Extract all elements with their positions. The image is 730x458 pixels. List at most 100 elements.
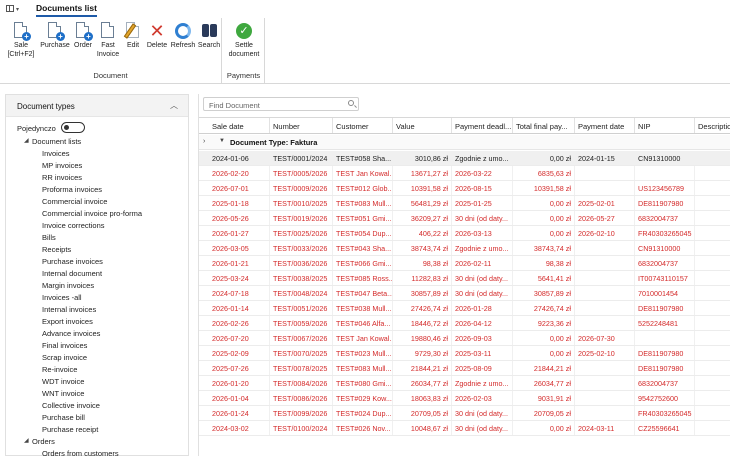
- tree-item[interactable]: Invoices: [42, 149, 70, 158]
- settle-document-button[interactable]: ✓ Settle document: [225, 22, 263, 59]
- tree-item[interactable]: Commercial invoice pro-forma: [42, 209, 142, 218]
- tree-item[interactable]: RR invoices: [42, 173, 82, 182]
- table-row[interactable]: 2026-07-20 TEST/0067/2026 TEST Jan Kowal..…: [199, 331, 730, 346]
- row-selector[interactable]: [199, 196, 209, 210]
- tree-item[interactable]: Export invoices: [42, 317, 93, 326]
- column-header[interactable]: Value: [393, 118, 452, 133]
- tree-item[interactable]: Commercial invoice: [42, 197, 107, 206]
- row-selector[interactable]: [199, 346, 209, 360]
- tree-expanded-icon[interactable]: ◢: [24, 137, 29, 144]
- row-selector[interactable]: [199, 226, 209, 240]
- table-row[interactable]: 2024-03-02 TEST/0100/2024 TEST#026 Nov... 1…: [199, 421, 730, 436]
- grid-header: Sale date Number Customer Value Payment dead…: [199, 118, 730, 134]
- table-row[interactable]: 2026-02-26 TEST/0059/2026 TEST#046 Alfa...…: [199, 316, 730, 331]
- group-row-faktura[interactable]: › ▼ Document Type: Faktura: [199, 135, 730, 150]
- tree-item[interactable]: Purchase bill: [42, 413, 85, 422]
- edit-button[interactable]: Edit: [123, 22, 142, 51]
- table-cell: 2025-08-09: [452, 361, 513, 375]
- tab-documents-list[interactable]: Documents list: [36, 3, 97, 17]
- row-selector[interactable]: [199, 421, 209, 435]
- fast-invoice-button[interactable]: Fast Invoice: [95, 22, 121, 59]
- row-selector[interactable]: [199, 316, 209, 330]
- row-selector[interactable]: [199, 331, 209, 345]
- tree-node-document-lists[interactable]: ◢ Document lists: [24, 137, 81, 146]
- row-selector[interactable]: [199, 211, 209, 225]
- row-selector[interactable]: [199, 181, 209, 195]
- table-row[interactable]: 2026-01-24 TEST/0099/2026 TEST#024 Dup... 2…: [199, 406, 730, 421]
- tree-item[interactable]: Advance invoices: [42, 329, 100, 338]
- table-row[interactable]: 2025-03-24 TEST/0038/2025 TEST#085 Ross...…: [199, 271, 730, 286]
- row-selector[interactable]: [199, 286, 209, 300]
- table-row[interactable]: 2026-02-20 TEST/0005/2026 TEST Jan Kowal..…: [199, 166, 730, 181]
- tree-node-orders[interactable]: ◢ Orders: [24, 437, 55, 446]
- find-document-input[interactable]: Find Document: [203, 97, 359, 111]
- column-header[interactable]: Payment date: [575, 118, 635, 133]
- tree-item[interactable]: Bills: [42, 233, 56, 242]
- table-cell: TEST/0100/2024: [270, 421, 333, 435]
- table-cell: 26034,77 zł: [393, 376, 452, 390]
- tree-item[interactable]: Scrap invoice: [42, 353, 87, 362]
- row-selector[interactable]: [199, 301, 209, 315]
- table-cell: 2026-02-20: [209, 166, 270, 180]
- collapse-chevron-up-icon[interactable]: ︿: [170, 100, 178, 111]
- tree-expanded-icon[interactable]: ◢: [24, 437, 29, 444]
- row-selector[interactable]: [199, 391, 209, 405]
- table-row[interactable]: 2024-07-18 TEST/0048/2024 TEST#047 Beta...…: [199, 286, 730, 301]
- column-header[interactable]: Sale date: [209, 118, 270, 133]
- single-mode-toggle[interactable]: [61, 122, 85, 133]
- tree-item[interactable]: Internal document: [42, 269, 102, 278]
- table-cell: DE811907980: [635, 346, 695, 360]
- table-cell: 2025-02-01: [575, 196, 635, 210]
- purchase-button[interactable]: + Purchase: [39, 22, 71, 51]
- table-row[interactable]: 2026-01-14 TEST/0051/2026 TEST#038 Mull...…: [199, 301, 730, 316]
- row-selector[interactable]: [199, 241, 209, 255]
- table-row[interactable]: 2026-05-26 TEST/0019/2026 TEST#051 Gmi... 3…: [199, 211, 730, 226]
- table-row[interactable]: 2026-01-27 TEST/0025/2026 TEST#054 Dup... 4…: [199, 226, 730, 241]
- table-row[interactable]: 2025-02-09 TEST/0070/2025 TEST#023 Mull...…: [199, 346, 730, 361]
- tree-item[interactable]: Re-invoice: [42, 365, 77, 374]
- tree-item[interactable]: Proforma invoices: [42, 185, 102, 194]
- column-header[interactable]: Payment deadl...: [452, 118, 513, 133]
- column-header[interactable]: NIP: [635, 118, 695, 133]
- sale-button[interactable]: + Sale [Ctrl+F2]: [6, 22, 36, 59]
- tree-item[interactable]: Internal invoices: [42, 305, 96, 314]
- column-header[interactable]: Descriptio: [695, 118, 730, 133]
- table-row[interactable]: 2026-07-01 TEST/0009/2026 TEST#012 Glob...…: [199, 181, 730, 196]
- tree-item[interactable]: Purchase receipt: [42, 425, 98, 434]
- tree-item[interactable]: Invoice corrections: [42, 221, 105, 230]
- tree-item[interactable]: MP invoices: [42, 161, 82, 170]
- tree-item[interactable]: Collective invoice: [42, 401, 100, 410]
- table-row[interactable]: 2026-03-05 TEST/0033/2026 TEST#043 Sha... 3…: [199, 241, 730, 256]
- app-menu-button[interactable]: ▾: [6, 3, 20, 15]
- delete-button[interactable]: ✕ Delete: [145, 22, 169, 51]
- column-header[interactable]: Number: [270, 118, 333, 133]
- table-row[interactable]: 2026-01-04 TEST/0086/2026 TEST#029 Kow... 1…: [199, 391, 730, 406]
- tree-item[interactable]: WNT invoice: [42, 389, 84, 398]
- table-row[interactable]: 2025-01-18 TEST/0010/2025 TEST#083 Mull...…: [199, 196, 730, 211]
- tree-item[interactable]: Invoices -all: [42, 293, 82, 302]
- table-row[interactable]: 2026-01-21 TEST/0036/2026 TEST#066 Gmi... 9…: [199, 256, 730, 271]
- order-button[interactable]: + Order: [72, 22, 94, 51]
- tree-item[interactable]: Final invoices: [42, 341, 87, 350]
- table-row[interactable]: 2025-07-26 TEST/0078/2025 TEST#083 Mull...…: [199, 361, 730, 376]
- refresh-button[interactable]: Refresh: [170, 22, 196, 51]
- column-header[interactable]: Customer: [333, 118, 393, 133]
- row-selector[interactable]: [199, 361, 209, 375]
- row-selector[interactable]: [199, 271, 209, 285]
- tree-item[interactable]: WDT invoice: [42, 377, 84, 386]
- tree-item[interactable]: Purchase invoices: [42, 257, 103, 266]
- tree-item[interactable]: Receipts: [42, 245, 71, 254]
- row-selector[interactable]: [199, 166, 209, 180]
- column-header[interactable]: Total final pay...: [513, 118, 575, 133]
- row-selector[interactable]: [199, 406, 209, 420]
- table-cell: 2026-07-20: [209, 331, 270, 345]
- search-button[interactable]: Search: [197, 22, 221, 51]
- expand-caret-icon[interactable]: ›: [203, 138, 205, 145]
- tree-item-orders-from-customers[interactable]: Orders from customers: [42, 449, 119, 458]
- table-row[interactable]: 2024-01-06 TEST/0001/2024 TEST#058 Sha... 3…: [199, 151, 730, 166]
- row-selector[interactable]: [199, 151, 209, 165]
- row-selector[interactable]: [199, 376, 209, 390]
- row-selector[interactable]: [199, 256, 209, 270]
- tree-item[interactable]: Margin invoices: [42, 281, 94, 290]
- table-row[interactable]: 2026-01-20 TEST/0084/2026 TEST#080 Gmi... 2…: [199, 376, 730, 391]
